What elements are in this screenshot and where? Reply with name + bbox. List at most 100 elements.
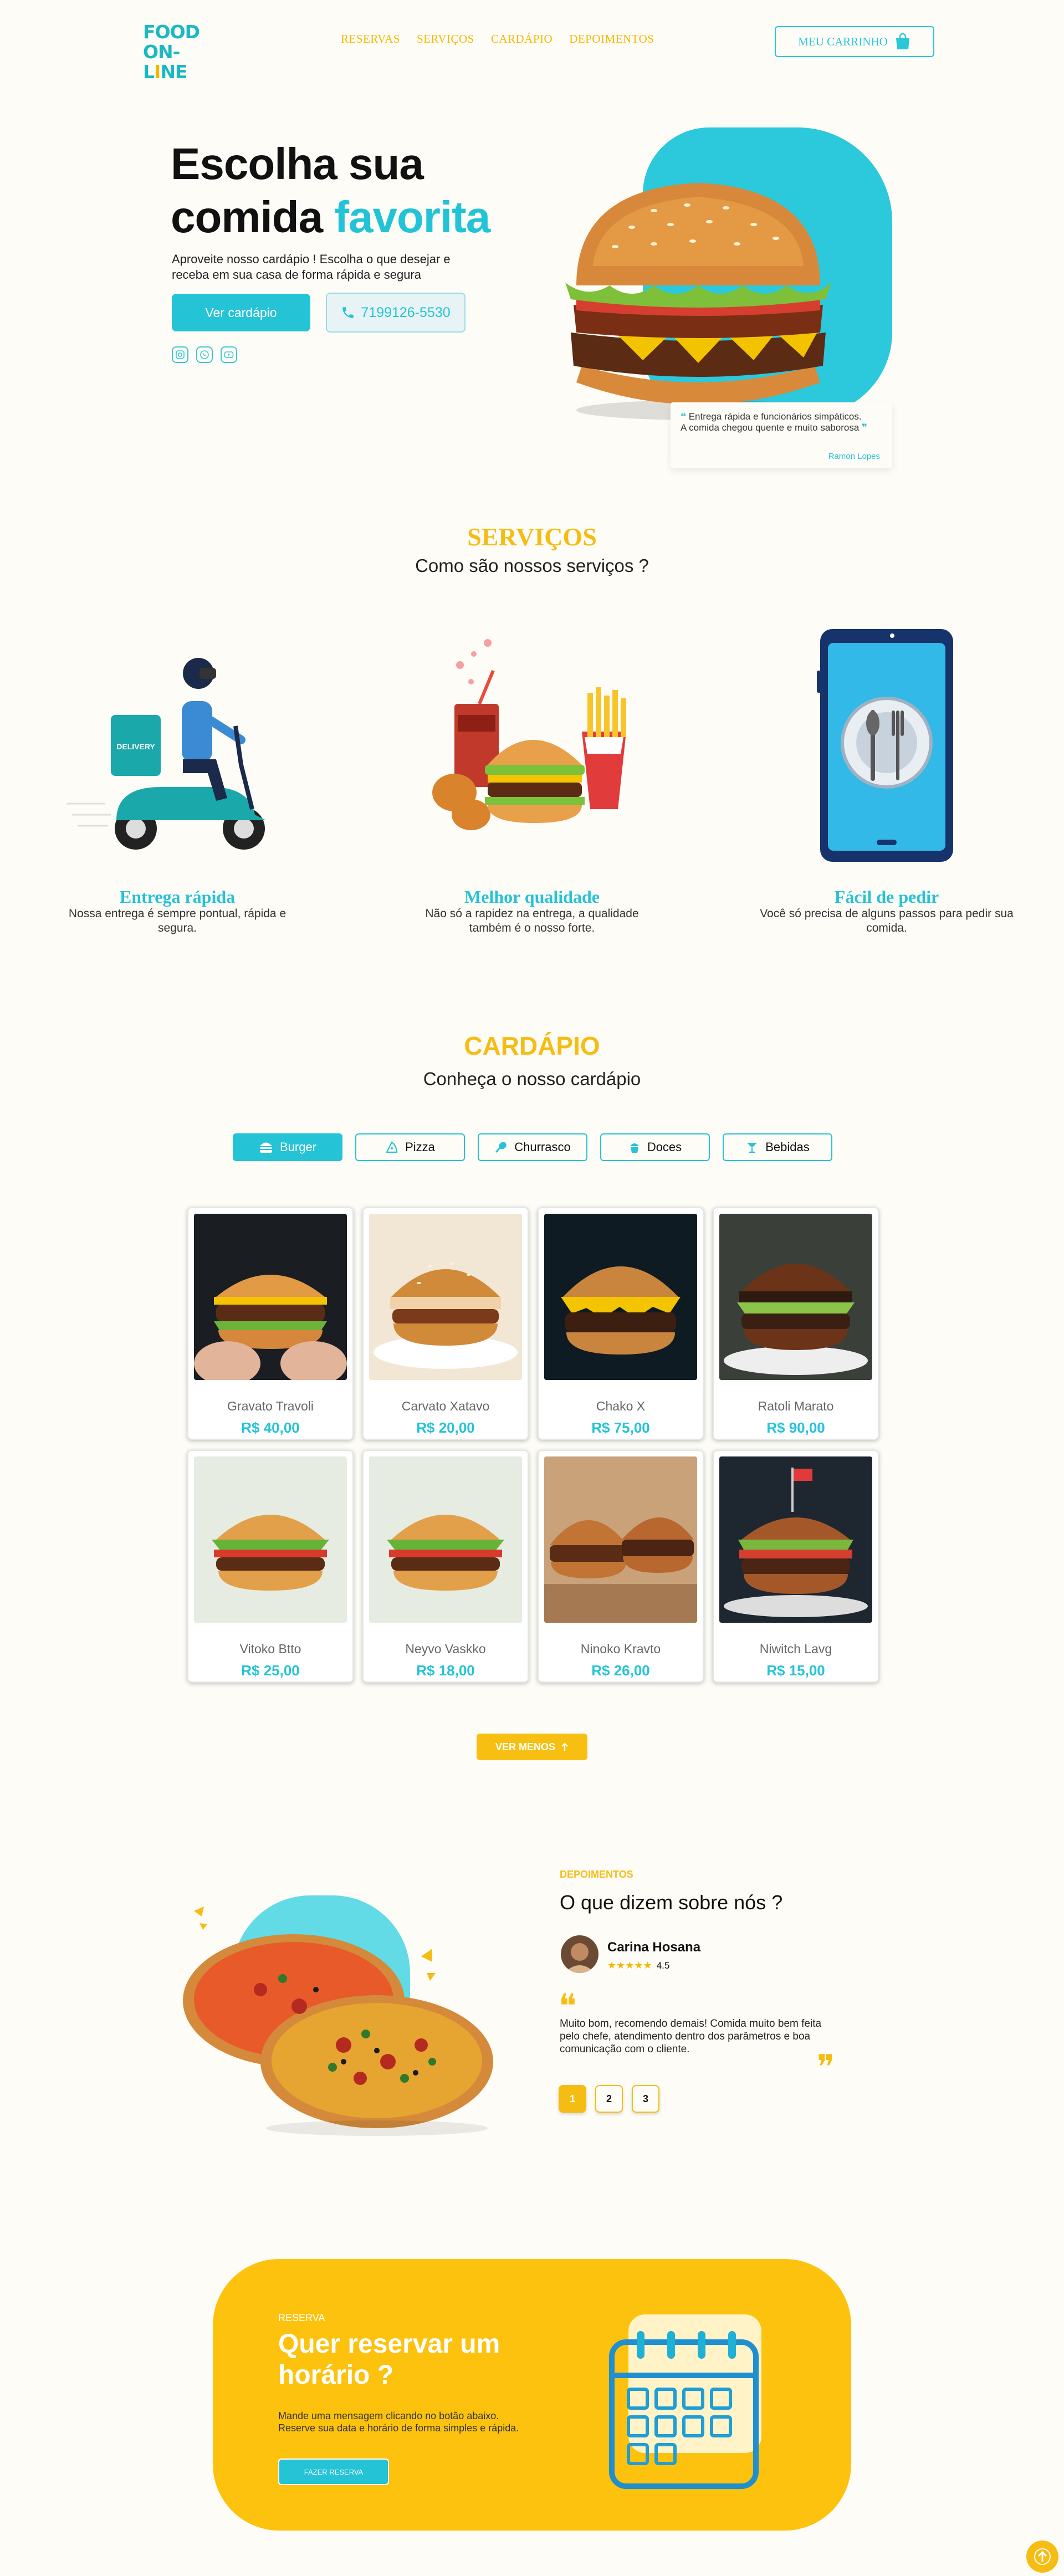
service-title: Entrega rápida: [119, 887, 236, 907]
nav-link-cardapio[interactable]: CARDÁPIO: [491, 32, 553, 46]
show-less-button[interactable]: VER MENOS: [477, 1734, 587, 1760]
cocktail-icon: [747, 1143, 758, 1153]
menu-item-card[interactable]: Niwitch Lavg R$ 15,00: [713, 1450, 879, 1683]
arrow-up-icon: [561, 1742, 568, 1751]
service-text: Não só a rapidez na entrega, a qualidade…: [425, 907, 639, 934]
menu-item-card[interactable]: Neyvo Vaskko R$ 18,00: [362, 1450, 529, 1683]
menu-item-name: Niwitch Lavg: [759, 1642, 832, 1656]
nav-link-servicos[interactable]: SERVIÇOS: [417, 32, 474, 46]
menu-title: Conheça o nosso cardápio: [423, 1069, 641, 1089]
service-card-easy-order: Fácil de pedir Você só precisa de alguns…: [759, 621, 1014, 936]
star-icons: ★★★★★: [607, 1960, 652, 1971]
service-title: Melhor qualidade: [464, 887, 600, 907]
cupcake-icon: [630, 1143, 639, 1153]
pizza-icon: [386, 1141, 398, 1153]
reservation-text: Mande uma mensagem clicando no botão aba…: [278, 2410, 519, 2434]
tab-burger[interactable]: Burger: [233, 1133, 342, 1161]
scroll-to-top-button[interactable]: [1026, 2541, 1058, 2573]
burger-photo: [194, 1214, 347, 1380]
phone-number: 7199126-5530: [361, 304, 451, 320]
logo-line2: ON-LINE: [143, 41, 187, 83]
nav-link-reservas[interactable]: RESERVAS: [341, 32, 400, 46]
delivery-scooter-illustration: DELIVERY: [50, 621, 305, 887]
fast-food-combo-illustration: [405, 621, 659, 887]
service-title: Fácil de pedir: [834, 887, 939, 907]
reservation-title: Quer reservar um horário ?: [278, 2329, 500, 2390]
testimonial-pager: 1 2 3: [559, 2085, 659, 2113]
hero-title: Escolha sua comida favorita: [171, 139, 490, 242]
reservation-banner: RESERVA Quer reservar um horário ? Mande…: [213, 2259, 851, 2531]
instagram-icon[interactable]: [172, 346, 188, 363]
menu-item-card[interactable]: Vitoko Btto R$ 25,00: [187, 1450, 354, 1683]
site-header: FOOD ON-LINE RESERVAS SERVIÇOS CARDÁPIO …: [0, 0, 1064, 83]
make-reservation-button[interactable]: FAZER RESERVA: [278, 2459, 389, 2485]
svg-text:DELIVERY: DELIVERY: [116, 742, 155, 751]
menu-item-card[interactable]: Ratoli Marato R$ 90,00: [713, 1207, 879, 1440]
calendar-icon: [609, 2314, 761, 2489]
service-text: Nossa entrega é sempre pontual, rápida e…: [68, 907, 287, 934]
reservation-kicker: RESERVA: [278, 2312, 325, 2323]
page-button-1[interactable]: 1: [559, 2085, 586, 2113]
page-button-2[interactable]: 2: [595, 2085, 623, 2113]
hero-burger-image: [565, 183, 831, 420]
menu-item-price: R$ 18,00: [416, 1662, 475, 1679]
burger-photo: [194, 1456, 347, 1623]
menu-item-card[interactable]: Gravato Travoli R$ 40,00: [187, 1207, 354, 1440]
view-menu-button[interactable]: Ver cardápio: [172, 294, 310, 331]
menu-grid: Gravato Travoli R$ 40,00 Carvato Xatavo …: [187, 1207, 879, 1683]
cart-label: MEU CARRINHO: [798, 34, 888, 48]
menu-item-name: Neyvo Vaskko: [405, 1642, 486, 1656]
phone-app-illustration: [759, 621, 1014, 887]
menu-item-name: Vitoko Btto: [239, 1642, 301, 1656]
arrow-up-icon: [1034, 2548, 1051, 2565]
testimonials-title: O que dizem sobre nós ?: [560, 1891, 783, 1914]
close-quote-icon: ❞: [817, 2048, 835, 2087]
tab-pizza[interactable]: Pizza: [355, 1133, 465, 1161]
services-title: Como são nossos serviços ?: [415, 555, 649, 576]
menu-item-price: R$ 75,00: [591, 1419, 650, 1436]
pizza-image: [183, 1907, 493, 2136]
menu-item-card[interactable]: Ninoko Kravto R$ 26,00: [538, 1450, 704, 1683]
main-nav: RESERVAS SERVIÇOS CARDÁPIO DEPOIMENTOS: [341, 32, 654, 46]
services-kicker: SERVIÇOS: [467, 523, 597, 551]
shopping-bag-icon: [896, 33, 909, 49]
menu-item-name: Ninoko Kravto: [580, 1642, 661, 1656]
tab-bebidas[interactable]: Bebidas: [723, 1133, 832, 1161]
phone-button[interactable]: 7199126-5530: [326, 293, 466, 333]
menu-item-name: Chako X: [596, 1399, 646, 1413]
menu-item-name: Carvato Xatavo: [401, 1399, 490, 1413]
menu-item-price: R$ 26,00: [591, 1662, 650, 1679]
menu-item-price: R$ 20,00: [416, 1419, 475, 1436]
menu-item-name: Ratoli Marato: [758, 1399, 834, 1413]
testimonials-kicker: DEPOIMENTOS: [560, 1869, 633, 1880]
tab-churrasco[interactable]: Churrasco: [478, 1133, 587, 1161]
cart-button[interactable]: MEU CARRINHO: [775, 26, 934, 57]
menu-item-price: R$ 25,00: [241, 1662, 300, 1679]
burger-icon: [259, 1142, 272, 1153]
menu-item-card[interactable]: Chako X R$ 75,00: [538, 1207, 704, 1440]
youtube-icon[interactable]: [221, 346, 237, 363]
menu-item-price: R$ 40,00: [241, 1419, 300, 1436]
testimonial-text: Muito bom, recomendo demais! Comida muit…: [560, 2018, 822, 2055]
menu-item-card[interactable]: Carvato Xatavo R$ 20,00: [362, 1207, 529, 1440]
menu-category-tabs: Burger Pizza Churrasco Doces Bebidas: [233, 1133, 832, 1161]
hero-review-author: Ramon Lopes: [828, 452, 880, 461]
logo-line1: FOOD: [143, 21, 200, 43]
menu-item-name: Gravato Travoli: [227, 1399, 314, 1413]
page-button-3[interactable]: 3: [632, 2085, 659, 2113]
whatsapp-icon[interactable]: [196, 346, 213, 363]
burger-photo: [544, 1456, 697, 1623]
nav-link-depoimentos[interactable]: DEPOIMENTOS: [569, 32, 654, 46]
logo[interactable]: FOOD ON-LINE: [143, 21, 204, 82]
service-text: Você só precisa de alguns passos para pe…: [760, 907, 1014, 934]
menu-kicker: CARDÁPIO: [464, 1031, 600, 1060]
avatar: [561, 1935, 598, 1973]
burger-photo: [544, 1214, 697, 1380]
service-card-delivery: DELIVERY Entrega rápida Nossa entrega é …: [50, 621, 305, 936]
tab-doces[interactable]: Doces: [600, 1133, 710, 1161]
burger-photo: [719, 1214, 872, 1380]
hero-review-text: ❝ Entrega rápida e funcionários simpátic…: [681, 411, 867, 433]
reviewer-name: Carina Hosana: [607, 1940, 701, 1955]
burger-photo: [719, 1456, 872, 1623]
burger-photo: [369, 1214, 522, 1380]
